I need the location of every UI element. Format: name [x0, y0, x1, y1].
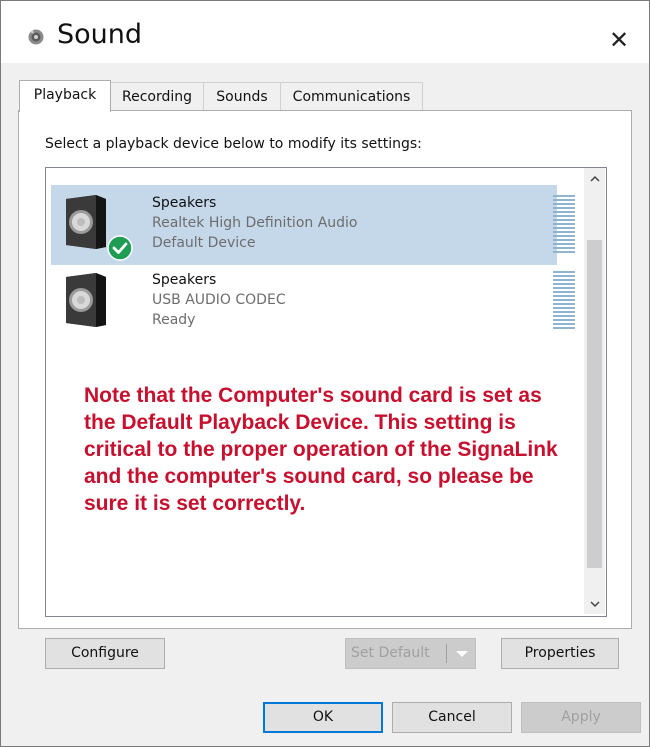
device-driver: Realtek High Definition Audio — [152, 215, 358, 231]
speaker-device-icon — [66, 195, 106, 249]
speaker-icon — [28, 29, 44, 45]
scroll-down-button[interactable] — [584, 594, 605, 614]
apply-button[interactable]: Apply — [521, 702, 641, 733]
sound-dialog: Sound ✕ Playback Recording Sounds Commun… — [0, 0, 650, 747]
tab-communications[interactable]: Communications — [280, 82, 423, 111]
scroll-thumb[interactable] — [587, 240, 602, 568]
check-icon — [107, 235, 133, 261]
set-default-dropdown[interactable] — [450, 639, 474, 668]
chevron-down-icon — [456, 651, 468, 657]
device-item-realtek[interactable]: Speakers Realtek High Definition Audio D… — [51, 185, 575, 265]
device-status: Ready — [152, 312, 196, 328]
device-status: Default Device — [152, 235, 256, 251]
close-icon: ✕ — [608, 26, 630, 54]
ok-button[interactable]: OK — [263, 702, 383, 733]
device-name: Speakers — [152, 272, 217, 288]
set-default-label: Set Default — [351, 645, 430, 661]
set-default-button[interactable]: Set Default — [345, 638, 476, 669]
speaker-device-icon — [66, 273, 106, 327]
split-divider — [446, 644, 447, 663]
annotation-note: Note that the Computer's sound card is s… — [84, 384, 558, 515]
volume-meter — [553, 271, 575, 331]
window-title: Sound — [57, 19, 143, 50]
dialog-footer: OK Cancel Apply — [1, 686, 649, 746]
configure-button[interactable]: Configure — [45, 638, 165, 669]
device-list[interactable]: Speakers Realtek High Definition Audio D… — [45, 167, 607, 617]
tab-playback[interactable]: Playback — [19, 80, 111, 112]
playback-panel: Select a playback device below to modify… — [18, 110, 632, 629]
device-name: Speakers — [152, 195, 217, 211]
scroll-up-button[interactable] — [584, 168, 605, 188]
properties-button[interactable]: Properties — [501, 638, 619, 669]
chevron-down-icon — [589, 601, 600, 608]
instruction-text: Select a playback device below to modify… — [45, 136, 422, 152]
cancel-button[interactable]: Cancel — [392, 702, 512, 733]
tab-recording[interactable]: Recording — [110, 82, 204, 111]
title-bar: Sound ✕ — [1, 1, 649, 63]
close-button[interactable]: ✕ — [601, 23, 637, 57]
vertical-scrollbar[interactable] — [584, 168, 605, 614]
device-driver: USB AUDIO CODEC — [152, 292, 286, 308]
device-item-usb-codec[interactable]: Speakers USB AUDIO CODEC Ready — [51, 271, 575, 351]
chevron-up-icon — [589, 175, 600, 182]
volume-meter — [553, 195, 575, 255]
tab-sounds[interactable]: Sounds — [203, 82, 281, 111]
